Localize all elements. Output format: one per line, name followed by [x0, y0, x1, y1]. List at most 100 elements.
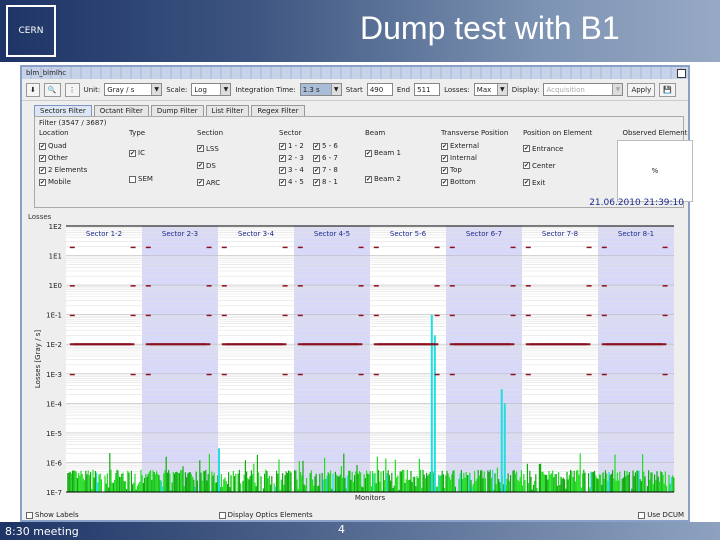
losses-label: Losses:: [444, 85, 470, 94]
loss-bar: [86, 474, 88, 492]
loss-bar: [342, 477, 344, 492]
loss-bar: [416, 476, 418, 492]
sector-label: Sector 4-5: [314, 230, 350, 238]
window-titlebar[interactable]: blm_blmlhc: [22, 67, 688, 79]
threshold-marker: [586, 314, 592, 317]
loss-bar: [530, 476, 532, 492]
show-labels-checkbox[interactable]: Show Labels: [26, 509, 79, 521]
loss-bar: [277, 473, 279, 492]
save-icon[interactable]: 💾: [659, 82, 676, 97]
checkbox-beam-1[interactable]: ✔ Beam 1: [365, 140, 401, 166]
checkbox-3---4[interactable]: ✔ 3 - 4: [279, 164, 313, 176]
threshold-marker: [358, 285, 364, 287]
loss-bar: [266, 470, 268, 492]
threshold-marker: [373, 285, 379, 287]
checkbox-arc[interactable]: ✔ ARC: [197, 174, 223, 191]
loss-bar: [590, 471, 592, 492]
tab-regex-filter[interactable]: Regex Filter: [251, 105, 305, 116]
checkbox-lss[interactable]: ✔ LSS: [197, 140, 223, 157]
loss-bar: [73, 470, 75, 492]
sector-label: Sector 5-6: [390, 230, 427, 238]
loss-bar: [182, 466, 184, 492]
loss-bar: [438, 475, 440, 492]
loss-bar: [570, 469, 572, 492]
checkbox-1---2[interactable]: ✔ 1 - 2: [279, 140, 313, 152]
loss-bar: [79, 475, 81, 492]
threshold-marker: [601, 285, 607, 287]
loss-bar: [147, 473, 149, 492]
loss-bar: [436, 486, 438, 492]
checkbox-center[interactable]: ✔ Center: [523, 157, 592, 174]
filter-group-location: Location ✔ Quad ✔ Other ✔ 2 Elements ✔ Mobile: [39, 129, 87, 188]
tab-dump-filter[interactable]: Dump Filter: [150, 105, 204, 116]
threshold-marker: [601, 314, 607, 317]
maximize-button[interactable]: [677, 68, 686, 78]
display-select[interactable]: Acquisition ▼: [543, 83, 624, 96]
checkbox-mobile[interactable]: ✔ Mobile: [39, 176, 87, 188]
integration-select[interactable]: 1.3 s ▼: [299, 83, 342, 96]
loss-bar: [204, 471, 206, 492]
zoom-button[interactable]: 🔍: [43, 82, 61, 97]
apply-button[interactable]: Apply: [627, 82, 656, 97]
threshold-marker: [601, 373, 607, 376]
loss-bar: [136, 485, 138, 492]
checkbox-2---3[interactable]: ✔ 2 - 3: [279, 152, 313, 164]
loss-bar: [429, 471, 431, 492]
checkbox-top[interactable]: ✔ Top: [441, 164, 508, 176]
loss-bar: [452, 470, 454, 492]
end-spinner[interactable]: 511: [414, 83, 441, 96]
loss-bar: [345, 488, 347, 492]
tab-sectors-filter[interactable]: Sectors Filter: [34, 105, 92, 116]
loss-bar: [276, 470, 278, 492]
display-optics-checkbox[interactable]: Display Optics Elements: [218, 509, 313, 521]
loss-bar: [194, 486, 196, 492]
checkbox-sem[interactable]: SEM: [129, 166, 153, 192]
loss-bar: [649, 479, 651, 492]
tab-list-filter[interactable]: List Filter: [205, 105, 250, 116]
loss-bar: [256, 454, 258, 492]
loss-bar: [379, 481, 381, 492]
losses-select[interactable]: Max ▼: [473, 83, 508, 96]
loss-bar: [164, 470, 166, 492]
checkbox-other[interactable]: ✔ Other: [39, 152, 87, 164]
checkbox-5---6[interactable]: ✔ 5 - 6: [313, 140, 347, 152]
toolbar: ⬇ 🔍 ⋮ Unit: Gray / s ▼ Scale: Log ▼ Integr…: [22, 79, 688, 101]
checkbox-8---1[interactable]: ✔ 8 - 1: [313, 176, 347, 188]
loss-bar: [626, 470, 628, 492]
threshold-marker: [358, 246, 364, 249]
checkbox-2-elements[interactable]: ✔ 2 Elements: [39, 164, 87, 176]
checkbox-internal[interactable]: ✔ Internal: [441, 152, 508, 164]
threshold-marker: [449, 246, 455, 249]
checkbox-quad[interactable]: ✔ Quad: [39, 140, 87, 152]
loss-bar: [470, 480, 472, 492]
unit-select[interactable]: Gray / s ▼: [104, 83, 163, 96]
checkbox-ic[interactable]: ✔ IC: [129, 140, 153, 166]
checkbox-bottom[interactable]: ✔ Bottom: [441, 176, 508, 188]
threshold-marker: [297, 285, 303, 287]
checkbox-7---8[interactable]: ✔ 7 - 8: [313, 164, 347, 176]
checkbox-entrance[interactable]: ✔ Entrance: [523, 140, 592, 157]
menu-button[interactable]: ⋮: [64, 82, 80, 97]
scale-select[interactable]: Log ▼: [191, 83, 232, 96]
start-spinner[interactable]: 490: [366, 83, 393, 96]
checkbox-exit[interactable]: ✔ Exit: [523, 174, 592, 191]
loss-bar: [369, 471, 371, 492]
loss-bar: [150, 470, 152, 492]
checkbox-4---5[interactable]: ✔ 4 - 5: [279, 176, 313, 188]
tab-octant-filter[interactable]: Octant Filter: [93, 105, 149, 116]
checkbox-external[interactable]: ✔ External: [441, 140, 508, 152]
loss-bar: [440, 475, 442, 492]
loss-spike: [500, 389, 503, 492]
filter-group-type: Type ✔ IC SEM: [129, 129, 153, 192]
use-dcum-checkbox[interactable]: Use DCUM: [638, 509, 684, 521]
loss-bar: [280, 479, 282, 492]
loss-bar: [526, 463, 528, 492]
threshold-marker: [69, 246, 75, 249]
checkbox-beam-2[interactable]: ✔ Beam 2: [365, 166, 401, 192]
export-button[interactable]: ⬇: [26, 82, 40, 97]
checkbox-6---7[interactable]: ✔ 6 - 7: [313, 152, 347, 164]
loss-bar: [283, 484, 285, 492]
loss-bar: [408, 479, 410, 492]
checkbox-ds[interactable]: ✔ DS: [197, 157, 223, 174]
loss-bar: [403, 469, 405, 492]
